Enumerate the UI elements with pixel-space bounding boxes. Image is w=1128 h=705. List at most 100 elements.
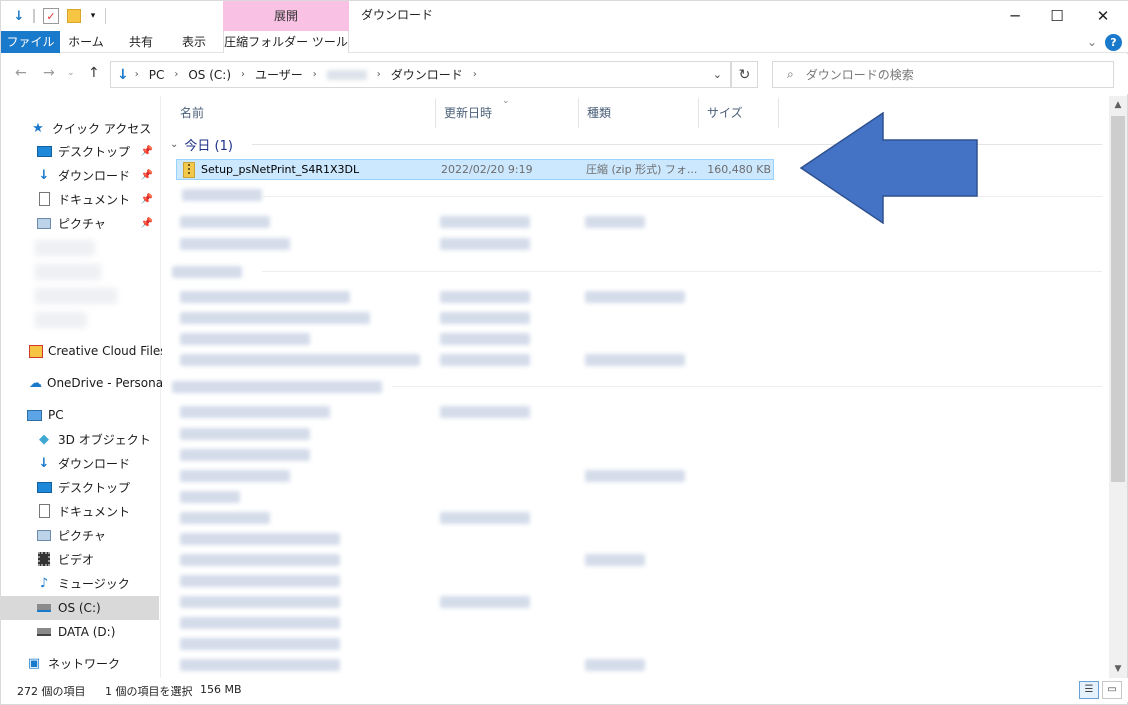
sidebar-item-desktop-pc[interactable]: デスクトップ — [1, 475, 159, 499]
column-header-size[interactable]: サイズ — [699, 98, 779, 128]
blurred-row — [180, 533, 340, 545]
scroll-down-icon[interactable]: ▼ — [1109, 660, 1127, 678]
breadcrumb-downloads[interactable]: ダウンロード — [391, 66, 463, 83]
scroll-thumb[interactable] — [1111, 116, 1125, 482]
document-icon — [35, 502, 53, 520]
sidebar-item-data-drive[interactable]: DATA (D:) — [1, 620, 159, 644]
help-icon[interactable]: ? — [1105, 34, 1122, 51]
breadcrumb-pc[interactable]: PC — [149, 68, 165, 82]
new-folder-icon[interactable] — [67, 9, 81, 23]
drive-icon — [35, 599, 53, 617]
file-date: 2022/02/20 9:19 — [441, 163, 533, 176]
blurred-row — [180, 470, 290, 482]
sidebar-item-pc[interactable]: PC — [1, 403, 159, 427]
picture-icon — [35, 214, 53, 232]
sidebar-item-pictures-pc[interactable]: ピクチャ — [1, 523, 159, 547]
creative-cloud-icon — [29, 342, 43, 360]
group-header-today[interactable]: ⌄ 今日 (1) — [170, 134, 233, 154]
file-size: 160,480 KB — [707, 163, 771, 176]
sidebar-item-quick-access[interactable]: ★ クイック アクセス — [1, 116, 159, 140]
back-icon[interactable]: ← — [15, 65, 27, 81]
blurred-row — [180, 291, 350, 303]
recent-locations-icon[interactable]: ⌄ — [67, 68, 75, 78]
chevron-down-icon: ⌄ — [170, 138, 179, 150]
details-view-icon[interactable]: ☰ — [1079, 681, 1099, 699]
address-bar[interactable]: ↓ › PC › OS (C:) › ユーザー › › ダウンロード › ⌄ — [110, 61, 731, 88]
sidebar-item-documents[interactable]: ドキュメント 📌 — [1, 187, 159, 211]
table-row-selected[interactable]: Setup_psNetPrint_S4R1X3DL 2022/02/20 9:1… — [176, 159, 774, 180]
pin-icon[interactable]: 📌 — [141, 146, 153, 157]
sidebar-item-documents-pc[interactable]: ドキュメント — [1, 499, 159, 523]
tab-home[interactable]: ホーム — [61, 31, 111, 53]
pc-icon — [25, 406, 43, 424]
large-icons-view-icon[interactable]: ▭ — [1102, 681, 1122, 699]
properties-icon[interactable]: ✓ — [43, 8, 59, 24]
blurred-group — [172, 266, 242, 278]
desktop-icon — [35, 142, 53, 160]
sidebar-item-videos[interactable]: ビデオ — [1, 547, 159, 571]
video-icon — [35, 550, 53, 568]
sidebar-item-os-drive[interactable]: OS (C:) — [1, 596, 159, 620]
quick-access-download-icon[interactable]: ↓ — [9, 6, 29, 26]
blurred-cell — [585, 291, 685, 303]
tab-file[interactable]: ファイル — [1, 31, 60, 53]
minimize-icon[interactable]: ─ — [992, 1, 1038, 31]
sidebar-item-creative-cloud[interactable]: Creative Cloud Files — [1, 339, 167, 363]
search-box[interactable]: ⌕ ダウンロードの検索 — [772, 61, 1114, 88]
blurred-row — [180, 596, 340, 608]
vertical-scrollbar[interactable]: ▲ ▼ — [1109, 96, 1127, 678]
sidebar-item-3d-objects[interactable]: ◆ 3D オブジェクト — [1, 427, 159, 451]
ribbon-collapse-icon[interactable]: ⌄ — [1083, 31, 1101, 53]
tab-view[interactable]: 表示 — [171, 31, 217, 53]
picture-icon — [35, 526, 53, 544]
star-icon: ★ — [32, 120, 44, 136]
blurred-row — [180, 333, 310, 345]
blurred-row — [180, 617, 340, 629]
divider — [105, 8, 106, 24]
breadcrumb-os-drive[interactable]: OS (C:) — [188, 68, 231, 82]
blurred-row — [180, 554, 340, 566]
tab-compressed-folder-tools[interactable]: 圧縮フォルダー ツール — [223, 31, 349, 53]
sidebar-item-onedrive[interactable]: ☁ OneDrive - Personal — [1, 371, 166, 395]
breadcrumb-separator: › — [472, 69, 477, 80]
breadcrumb-separator: › — [241, 69, 246, 80]
pin-icon[interactable]: 📌 — [141, 194, 153, 205]
up-icon[interactable]: ↑ — [88, 65, 100, 81]
close-icon[interactable]: ✕ — [1080, 1, 1126, 31]
maximize-icon[interactable]: ☐ — [1034, 1, 1080, 31]
blurred-row — [180, 238, 290, 250]
column-header-type[interactable]: 種類 — [579, 98, 699, 128]
download-icon: ↓ — [38, 167, 50, 183]
sidebar-item-downloads[interactable]: ↓ ダウンロード 📌 — [1, 163, 159, 187]
blurred-row — [180, 638, 340, 650]
blurred-cell — [440, 596, 530, 608]
sidebar-item-music[interactable]: ♪ ミュージック — [1, 571, 159, 595]
status-selection: 1 個の項目を選択 — [105, 685, 193, 698]
status-selection-size: 156 MB — [200, 683, 242, 696]
blurred-group — [172, 381, 382, 393]
forward-icon[interactable]: → — [43, 65, 55, 81]
sidebar-item-desktop[interactable]: デスクトップ 📌 — [1, 139, 159, 163]
blurred-group — [182, 189, 262, 201]
column-header-name[interactable]: 名前 — [172, 98, 436, 128]
pin-icon[interactable]: 📌 — [141, 218, 153, 229]
address-dropdown-icon[interactable]: ⌄ — [713, 68, 722, 81]
context-tab-header: 展開 — [223, 1, 349, 31]
blurred-cell — [585, 470, 685, 482]
scroll-up-icon[interactable]: ▲ — [1109, 96, 1127, 114]
blurred-row — [180, 659, 340, 671]
blurred-item — [35, 312, 87, 328]
blurred-cell — [440, 238, 530, 250]
desktop-icon — [35, 478, 53, 496]
blurred-cell — [440, 512, 530, 524]
sidebar-item-network[interactable]: ▣ ネットワーク — [1, 651, 159, 675]
blurred-row — [180, 575, 340, 587]
breadcrumb-users[interactable]: ユーザー — [255, 66, 303, 83]
file-name: Setup_psNetPrint_S4R1X3DL — [201, 163, 360, 176]
sidebar-item-downloads-pc[interactable]: ↓ ダウンロード — [1, 451, 159, 475]
refresh-icon[interactable]: ↻ — [731, 61, 758, 88]
customize-qa-icon[interactable]: ▾ — [87, 6, 99, 26]
sidebar-item-pictures[interactable]: ピクチャ 📌 — [1, 211, 159, 235]
tab-share[interactable]: 共有 — [115, 31, 167, 53]
pin-icon[interactable]: 📌 — [141, 170, 153, 181]
